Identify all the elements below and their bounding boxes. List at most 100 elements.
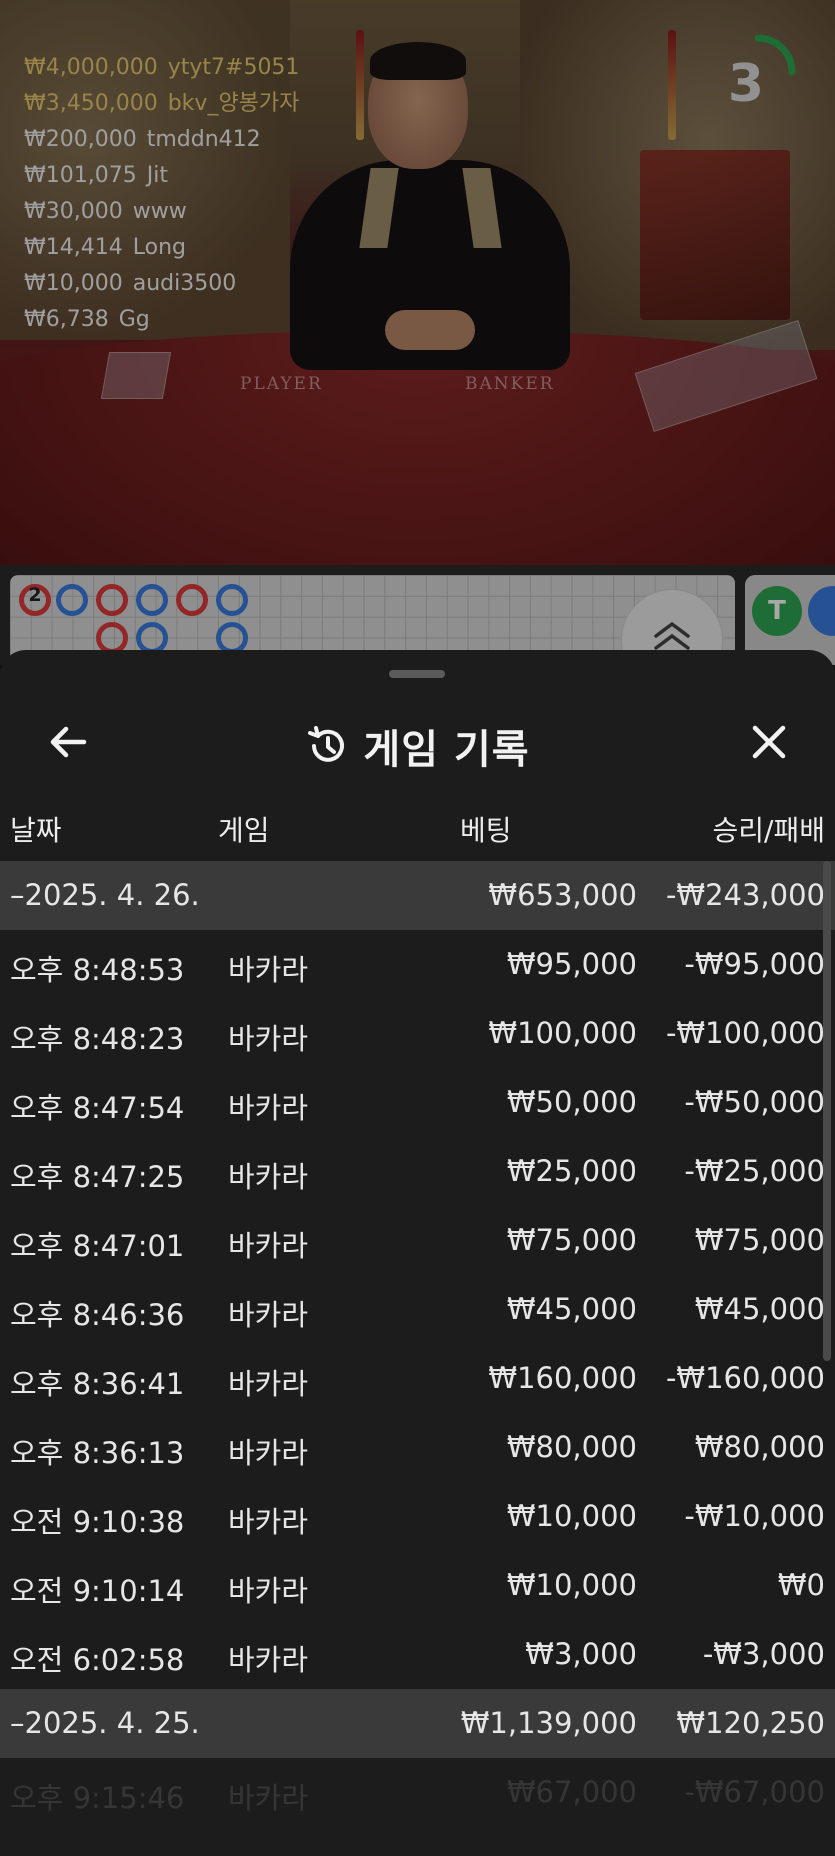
row-game: 바카라 <box>228 1505 309 1539</box>
table-row[interactable]: 오후 8:46:36 바카라 ₩45,000 ₩45,000 <box>0 1275 835 1344</box>
sheet-header: 게임 기록 <box>0 698 835 794</box>
live-video: PLAYER BANKER ₩4,000,000 ytyt7#5051 ₩3,45… <box>0 0 835 565</box>
column-header-date: 날짜 <box>10 814 62 847</box>
row-bet: ₩80,000 <box>506 1430 637 1464</box>
row-game: 바카라 <box>228 1091 309 1125</box>
back-button[interactable] <box>44 718 92 766</box>
row-game: 바카라 <box>228 1367 309 1401</box>
winner-entry: ₩10,000 audi3500 <box>24 271 237 296</box>
row-winloss: -₩10,000 <box>684 1499 825 1533</box>
row-game: 바카라 <box>228 1160 309 1194</box>
close-icon <box>752 725 786 759</box>
row-bet: ₩95,000 <box>506 947 637 981</box>
row-winloss: ₩80,000 <box>694 1430 825 1464</box>
row-time: 오후 8:48:23 <box>10 1022 185 1056</box>
row-winloss: -₩25,000 <box>684 1154 825 1188</box>
double-chevron-up-icon <box>654 621 690 650</box>
row-bet: ₩160,000 <box>488 1361 637 1395</box>
table-row[interactable]: 오후 8:47:01 바카라 ₩75,000 ₩75,000 <box>0 1206 835 1275</box>
winners-list: ₩4,000,000 ytyt7#5051 ₩3,450,000 bkv_양봉가자 … <box>24 50 299 338</box>
table-row[interactable]: 오전 9:10:14 바카라 ₩10,000 ₩0 <box>0 1551 835 1620</box>
row-time: 오후 8:47:01 <box>10 1229 185 1263</box>
table-label-banker: BANKER <box>465 374 555 394</box>
row-bet: ₩3,000 <box>525 1637 637 1671</box>
table-row[interactable]: 오전 9:10:38 바카라 ₩10,000 -₩10,000 <box>0 1482 835 1551</box>
row-time: 오후 8:36:41 <box>10 1367 185 1401</box>
dealer-hands <box>385 310 475 350</box>
table-row[interactable]: 오후 8:47:25 바카라 ₩25,000 -₩25,000 <box>0 1137 835 1206</box>
row-game: 바카라 <box>228 953 309 987</box>
scrollbar[interactable] <box>823 861 831 1361</box>
row-winloss: ₩0 <box>777 1568 825 1602</box>
row-bet: ₩100,000 <box>488 1016 637 1050</box>
background-screen <box>640 150 790 320</box>
page-title: 게임 기록 <box>363 727 530 773</box>
row-bet: ₩67,000 <box>506 1775 637 1809</box>
table-row[interactable]: 오후 8:36:41 바카라 ₩160,000 -₩160,000 <box>0 1344 835 1413</box>
winner-entry: ₩6,738 Gg <box>24 307 150 332</box>
row-game: 바카라 <box>228 1022 309 1056</box>
row-winloss: ₩75,000 <box>694 1223 825 1257</box>
bead-player <box>56 584 88 616</box>
row-game: 바카라 <box>228 1643 309 1677</box>
table-row[interactable]: 오후 9:15:46 바카라 ₩67,000 -₩67,000 <box>0 1758 835 1827</box>
row-game: 바카라 <box>228 1574 309 1608</box>
winner-entry: ₩200,000 tmddn412 <box>24 127 261 152</box>
table-label-player: PLAYER <box>240 374 323 394</box>
winner-entry: ₩14,414 Long <box>24 235 186 260</box>
row-time: 오후 8:47:25 <box>10 1160 185 1194</box>
tie-indicator: T <box>752 586 802 636</box>
row-bet: ₩10,000 <box>506 1499 637 1533</box>
tassel-decoration <box>356 30 364 140</box>
group-bet-total: ₩653,000 <box>488 878 637 912</box>
row-winloss: -₩95,000 <box>684 947 825 981</box>
date-group-row[interactable]: –2025. 4. 25. ₩1,139,000 ₩120,250 <box>0 1689 835 1758</box>
table-row[interactable]: 오전 6:02:58 바카라 ₩3,000 -₩3,000 <box>0 1620 835 1689</box>
row-game: 바카라 <box>228 1298 309 1332</box>
row-time: 오전 9:10:38 <box>10 1505 185 1539</box>
row-winloss: ₩45,000 <box>694 1292 825 1326</box>
countdown-number: 3 <box>727 54 765 114</box>
row-bet: ₩45,000 <box>506 1292 637 1326</box>
date-group-row[interactable]: –2025. 4. 26. ₩653,000 -₩243,000 <box>0 861 835 930</box>
group-date: –2025. 4. 26. <box>10 878 200 912</box>
row-winloss: -₩50,000 <box>684 1085 825 1119</box>
group-date: –2025. 4. 25. <box>10 1706 200 1740</box>
row-time: 오후 9:15:46 <box>10 1781 185 1815</box>
row-winloss: -₩100,000 <box>665 1016 825 1050</box>
row-winloss: -₩67,000 <box>684 1775 825 1809</box>
column-header-winloss: 승리/패배 <box>712 814 825 847</box>
table-row[interactable]: 오후 8:47:54 바카라 ₩50,000 -₩50,000 <box>0 1068 835 1137</box>
card-holder-left <box>100 352 172 399</box>
group-winloss-total: ₩120,250 <box>676 1706 825 1740</box>
title-wrap: 게임 기록 <box>0 698 835 794</box>
winner-entry: ₩3,450,000 bkv_양봉가자 <box>24 91 300 116</box>
row-bet: ₩75,000 <box>506 1223 637 1257</box>
row-time: 오후 8:48:53 <box>10 953 185 987</box>
winner-entry: ₩4,000,000 ytyt7#5051 <box>24 55 300 80</box>
column-headers: 날짜 게임 베팅 승리/패배 <box>0 795 835 861</box>
history-list[interactable]: –2025. 4. 26. ₩653,000 -₩243,000 오후 8:48… <box>0 861 835 1827</box>
column-header-bet: 베팅 <box>460 814 512 847</box>
bead-banker <box>96 584 128 616</box>
close-button[interactable] <box>745 718 793 766</box>
row-bet: ₩10,000 <box>506 1568 637 1602</box>
group-bet-total: ₩1,139,000 <box>460 1706 637 1740</box>
winner-entry: ₩101,075 Jit <box>24 163 168 188</box>
table-row[interactable]: 오후 8:36:13 바카라 ₩80,000 ₩80,000 <box>0 1413 835 1482</box>
row-winloss: -₩3,000 <box>702 1637 825 1671</box>
row-time: 오후 8:36:13 <box>10 1436 185 1470</box>
row-time: 오전 6:02:58 <box>10 1643 185 1677</box>
history-icon <box>308 726 345 762</box>
bead-player <box>136 584 168 616</box>
table-row[interactable]: 오후 8:48:53 바카라 ₩95,000 -₩95,000 <box>0 930 835 999</box>
table-row[interactable]: 오후 8:48:23 바카라 ₩100,000 -₩100,000 <box>0 999 835 1068</box>
row-game: 바카라 <box>228 1229 309 1263</box>
row-time: 오후 8:47:54 <box>10 1091 185 1125</box>
sheet-drag-handle[interactable] <box>389 670 445 678</box>
bead-player <box>216 584 248 616</box>
bead-banker <box>176 584 208 616</box>
row-bet: ₩50,000 <box>506 1085 637 1119</box>
bead-count-label: 2 <box>28 584 42 606</box>
row-game: 바카라 <box>228 1781 309 1815</box>
